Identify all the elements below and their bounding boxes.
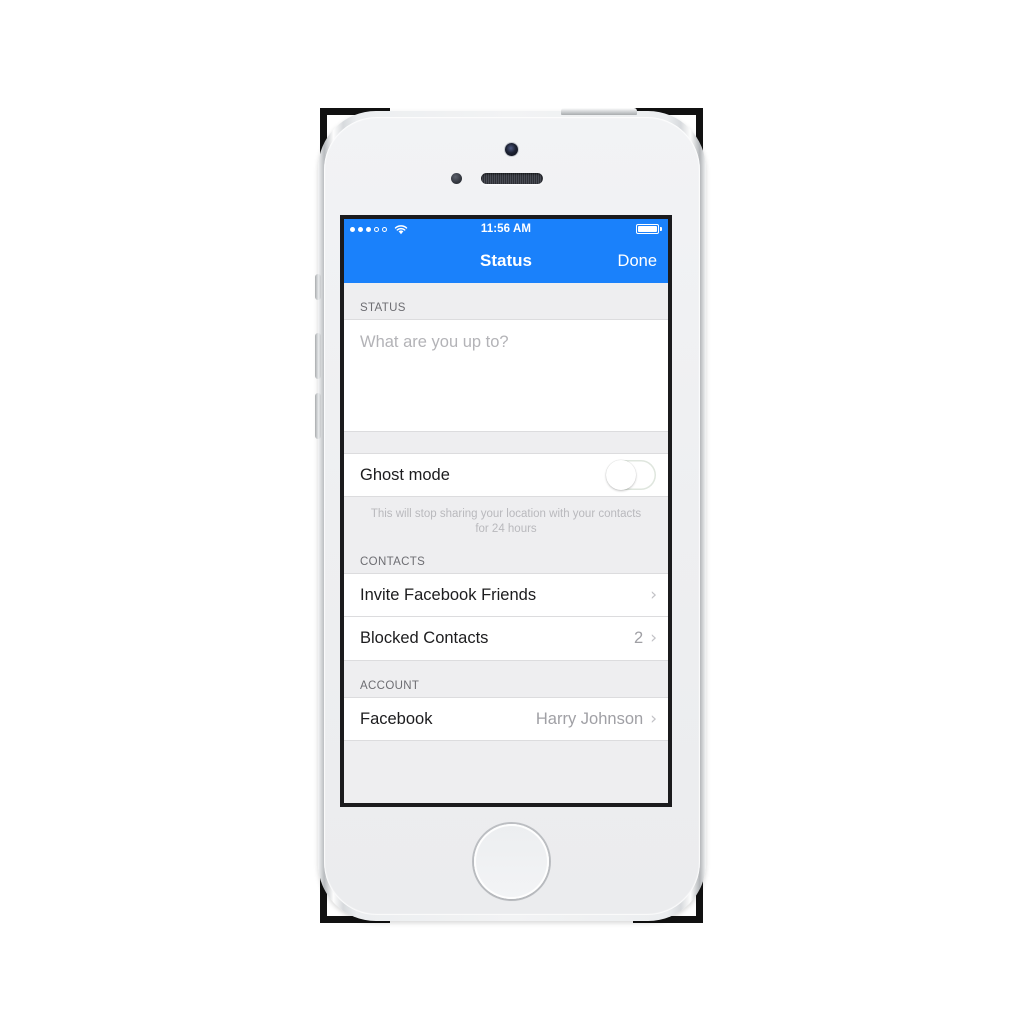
row-label: Facebook [360,709,433,728]
status-bar-time: 11:56 AM [480,223,532,235]
row-blocked-contacts[interactable]: Blocked Contacts 2 › [344,617,668,661]
screen: 11:56 AM Status Done STATUS What are you… [344,219,668,803]
power-button[interactable] [561,108,637,115]
settings-list: STATUS What are you up to? Ghost mode Th… [344,283,668,803]
volume-up-button[interactable] [315,333,321,379]
status-input[interactable]: What are you up to? [344,319,668,432]
front-camera-icon [505,143,518,156]
section-header-contacts: CONTACTS [360,556,426,568]
row-value: Harry Johnson [535,709,644,728]
chevron-right-icon: › [650,584,657,605]
volume-down-button[interactable] [315,393,321,439]
ghost-mode-row[interactable]: Ghost mode [344,453,668,497]
ghost-mode-label: Ghost mode [360,465,450,484]
silent-switch[interactable] [315,274,321,300]
status-bar: 11:56 AM [344,219,668,239]
section-header-account: ACCOUNT [360,680,420,692]
status-input-placeholder: What are you up to? [360,333,509,351]
phone-device: 11:56 AM Status Done STATUS What are you… [315,108,706,921]
toggle-knob [606,460,636,490]
row-facebook-account[interactable]: Facebook Harry Johnson › [344,697,668,741]
earpiece-speaker-icon [481,173,543,184]
row-invite-facebook-friends[interactable]: Invite Facebook Friends › [344,573,668,617]
chevron-right-icon: › [650,628,657,648]
chevron-right-icon: › [650,708,657,729]
home-button[interactable] [474,824,549,899]
navigation-bar: Status Done [344,239,668,283]
screen-frame: 11:56 AM Status Done STATUS What are you… [340,215,672,807]
done-button[interactable]: Done [618,252,657,271]
ghost-mode-toggle[interactable] [606,460,656,490]
row-value: 2 [634,629,644,647]
row-label: Invite Facebook Friends [360,585,537,604]
row-label: Blocked Contacts [360,629,489,647]
section-header-status: STATUS [360,302,406,314]
ghost-mode-footer: This will stop sharing your location wit… [370,508,642,535]
proximity-sensor-icon [451,173,462,184]
